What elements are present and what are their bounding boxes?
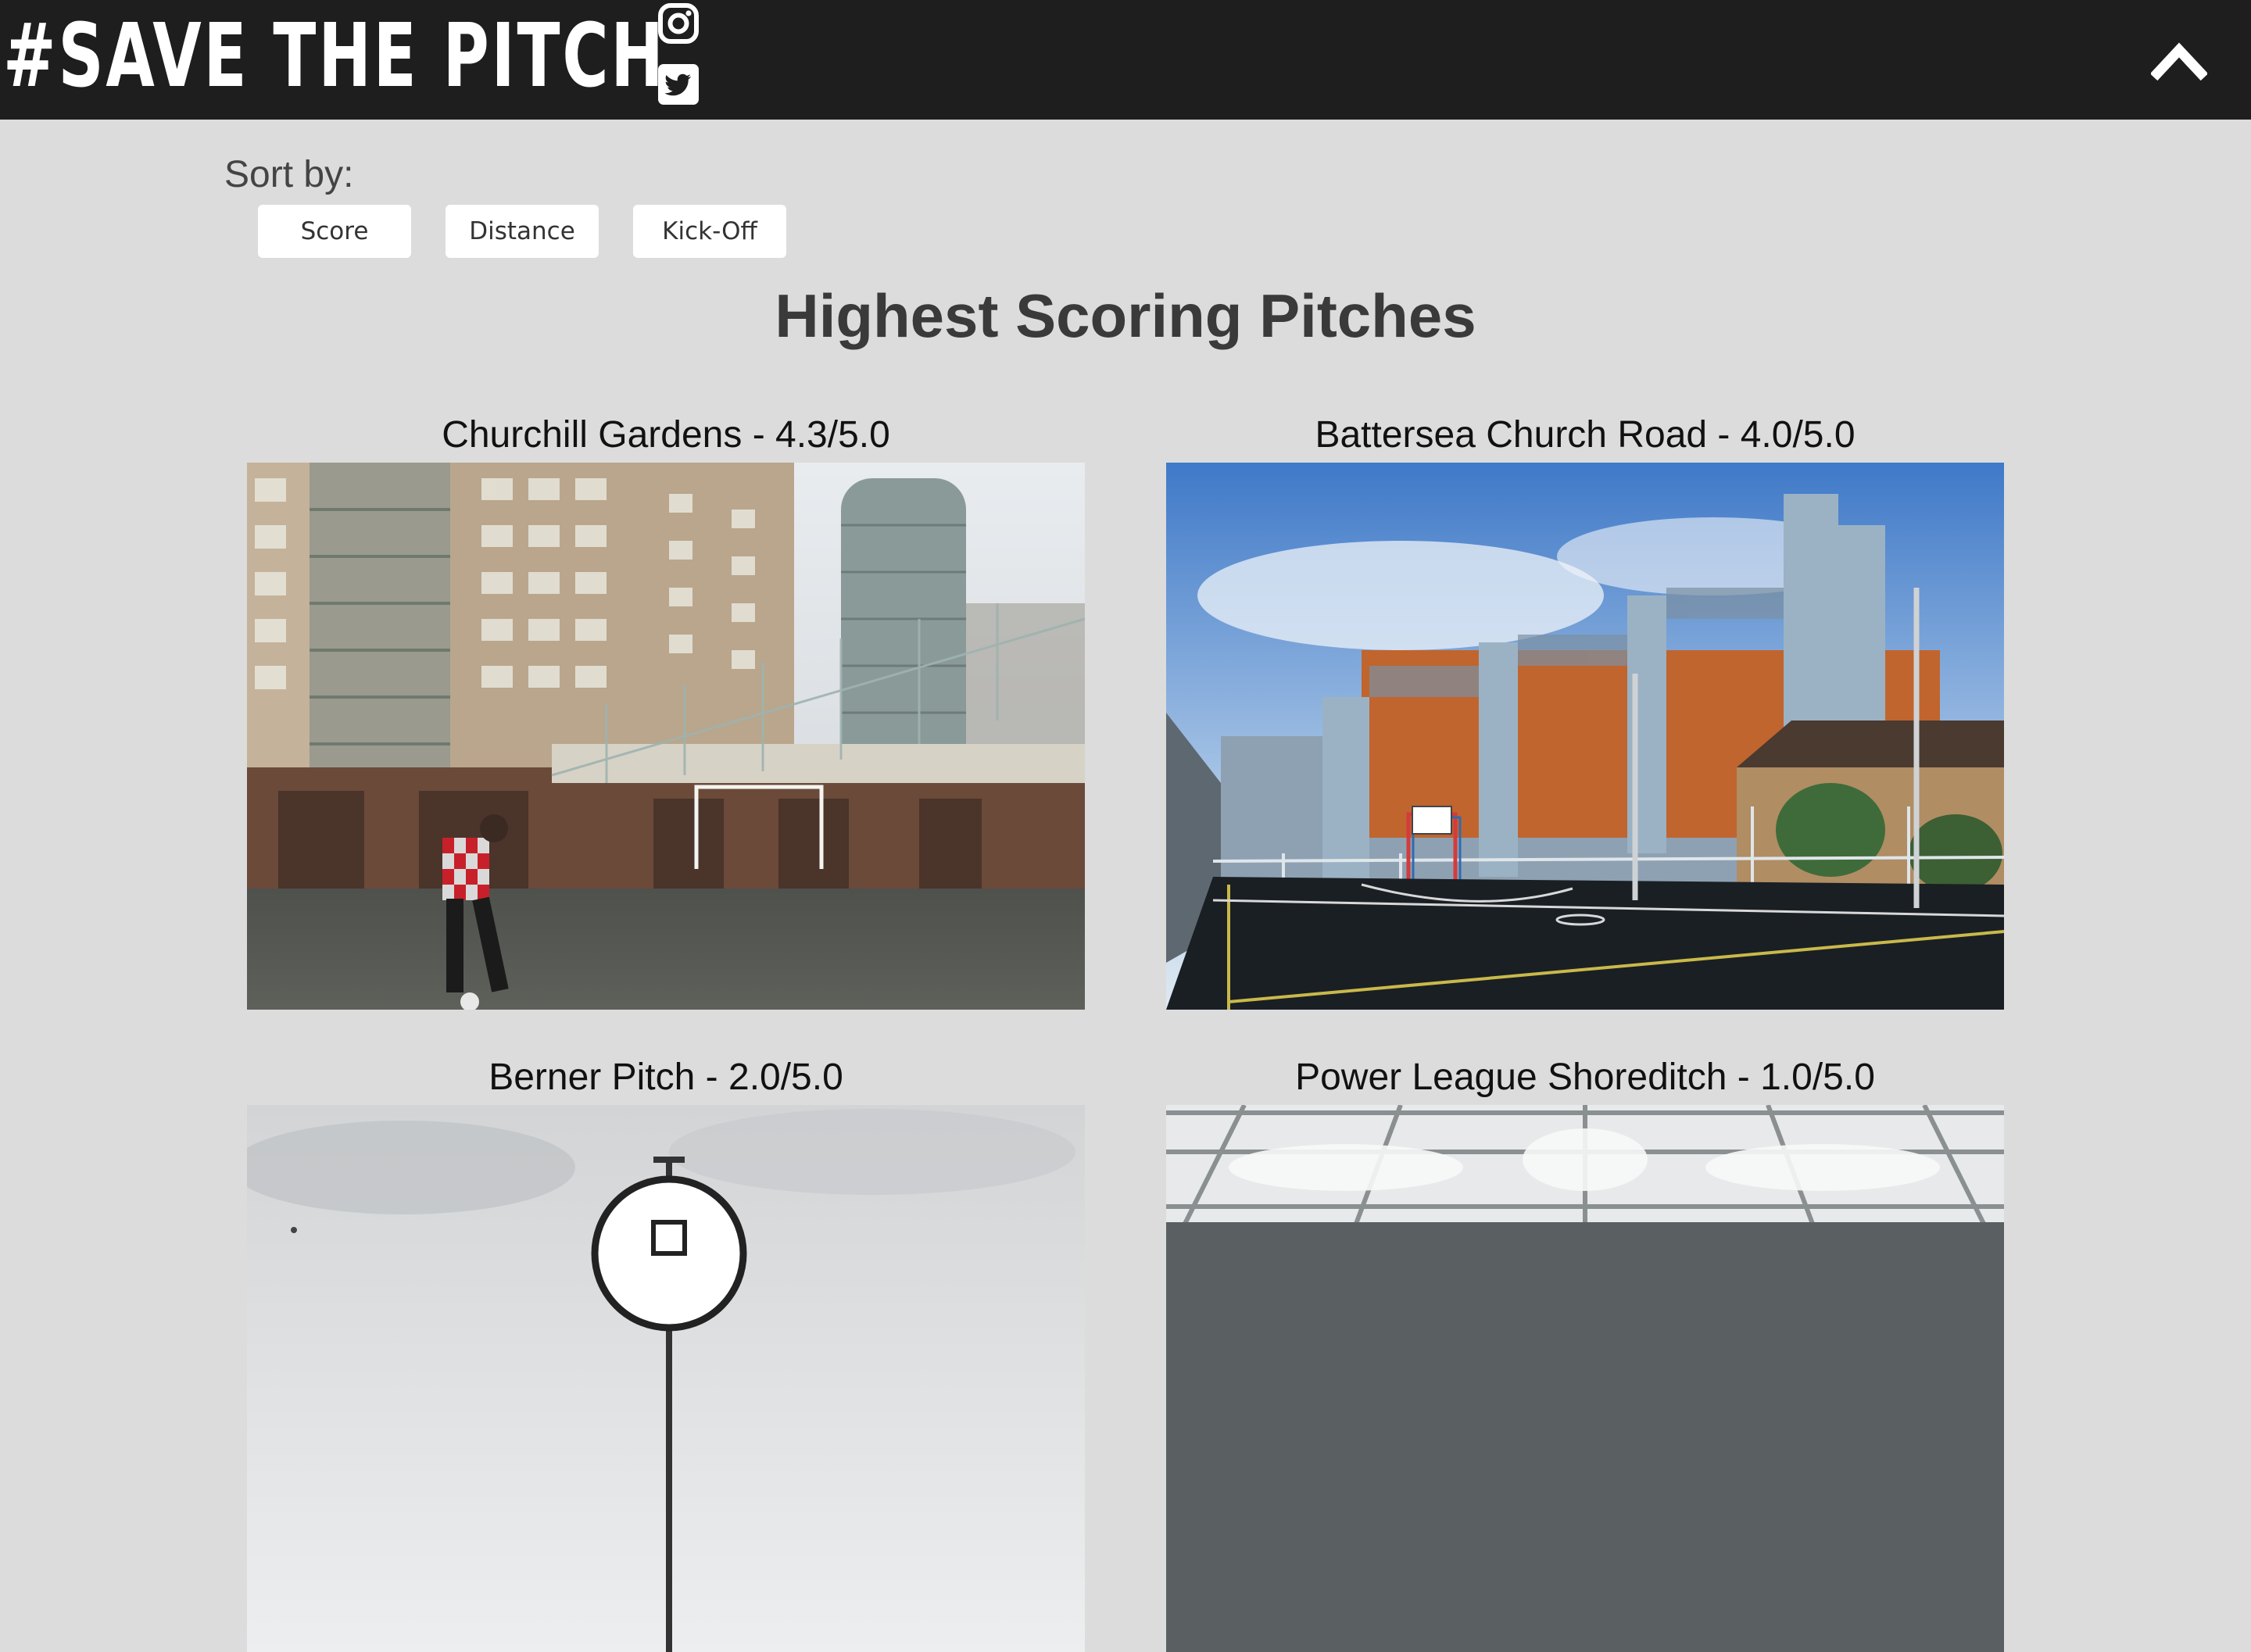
pitch-card[interactable]: Power League Shoreditch - 1.0/5.0 (1166, 1055, 2004, 1652)
site-logo[interactable]: #SAVE THE PITCH (3, 6, 666, 106)
pitch-card-title[interactable]: Battersea Church Road - 4.0/5.0 (1166, 413, 2004, 458)
sort-distance-button[interactable]: Distance (446, 205, 599, 258)
pitch-card[interactable]: Churchill Gardens - 4.3/5.0 (247, 413, 1085, 1010)
instagram-icon[interactable] (657, 2, 700, 45)
pitch-photo[interactable] (1166, 463, 2004, 1010)
page-title: Highest Scoring Pitches (775, 281, 1476, 350)
twitter-icon[interactable] (657, 63, 700, 106)
pitch-card-title[interactable]: Power League Shoreditch - 1.0/5.0 (1166, 1055, 2004, 1100)
pitch-card-title[interactable]: Berner Pitch - 2.0/5.0 (247, 1055, 1085, 1100)
social-links (657, 2, 700, 106)
sort-kickoff-button[interactable]: Kick-Off (633, 205, 786, 258)
pitch-photo[interactable] (247, 1105, 1085, 1652)
pitch-card[interactable]: Battersea Church Road - 4.0/5.0 (1166, 413, 2004, 1010)
pitch-card[interactable]: Berner Pitch - 2.0/5.0 (247, 1055, 1085, 1652)
top-nav-bar: #SAVE THE PITCH (0, 0, 2251, 120)
pitch-photo[interactable] (1166, 1105, 2004, 1652)
pitch-card-title[interactable]: Churchill Gardens - 4.3/5.0 (247, 413, 1085, 458)
sort-score-button[interactable]: Score (258, 205, 411, 258)
pitch-photo[interactable] (247, 463, 1085, 1010)
chevron-up-icon[interactable] (2151, 36, 2207, 83)
sort-label: Sort by: (224, 154, 354, 195)
